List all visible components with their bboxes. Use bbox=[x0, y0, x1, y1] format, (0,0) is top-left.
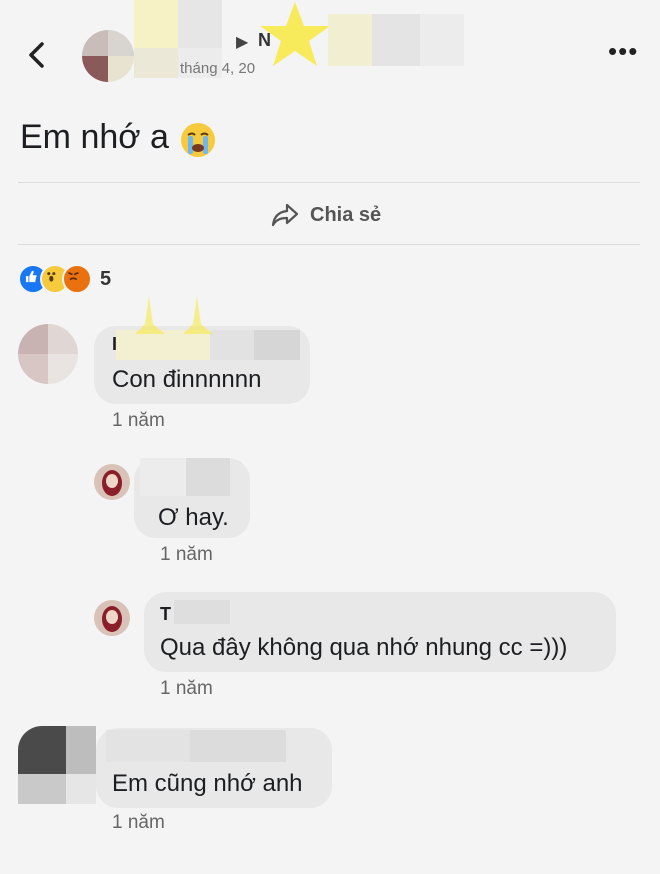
post-date: tháng 4, 20 bbox=[180, 60, 256, 77]
share-label: Chia sẻ bbox=[310, 203, 382, 226]
censor-block bbox=[140, 458, 186, 496]
comment-text: Em cũng nhớ anh bbox=[112, 770, 303, 797]
share-arrow-icon bbox=[271, 203, 299, 227]
censor-block bbox=[106, 730, 190, 762]
commenter-avatar[interactable] bbox=[18, 726, 96, 804]
reply-avatar[interactable] bbox=[94, 600, 130, 636]
comment-time[interactable]: 1 năm bbox=[160, 678, 213, 700]
comment-time[interactable]: 1 năm bbox=[160, 544, 213, 566]
more-options-button[interactable]: ••• bbox=[608, 38, 638, 64]
censor-block bbox=[186, 458, 230, 496]
crying-face-emoji bbox=[181, 123, 215, 157]
recipient-name[interactable]: N bbox=[258, 30, 271, 51]
censor-block bbox=[134, 48, 178, 78]
reactions-summary[interactable]: 5 bbox=[18, 264, 111, 294]
author-avatar[interactable] bbox=[82, 30, 134, 82]
comment-text: Ơ hay. bbox=[158, 504, 229, 531]
divider bbox=[18, 182, 640, 183]
censor-block bbox=[420, 14, 464, 66]
post-text: Em nhớ a bbox=[20, 118, 169, 156]
censor-block bbox=[134, 0, 178, 48]
angry-icon bbox=[62, 264, 92, 294]
comment-time[interactable]: 1 năm bbox=[112, 812, 165, 834]
comment-text: Qua đây không qua nhớ nhung cc =))) bbox=[160, 634, 568, 661]
comment-bubble[interactable]: I Con đinnnnnn bbox=[94, 326, 310, 404]
censor-block bbox=[254, 330, 300, 360]
divider bbox=[18, 244, 640, 245]
comment-text: Con đinnnnnn bbox=[112, 366, 262, 393]
chevron-left-icon bbox=[29, 42, 44, 68]
reply-bubble[interactable]: T Qua đây không qua nhớ nhung cc =))) bbox=[144, 592, 616, 672]
censor-block bbox=[178, 0, 222, 48]
reply-avatar[interactable] bbox=[94, 464, 130, 500]
arrow-right-icon: ▶ bbox=[236, 34, 249, 51]
censor-block bbox=[190, 730, 286, 762]
back-button[interactable] bbox=[22, 40, 52, 70]
censor-block bbox=[210, 330, 254, 360]
comment-bubble[interactable]: Em cũng nhớ anh bbox=[96, 728, 332, 808]
more-horizontal-icon: ••• bbox=[608, 36, 639, 66]
sparkle-sticker-icon bbox=[135, 296, 213, 334]
comment-time[interactable]: 1 năm bbox=[112, 410, 165, 432]
censor-block bbox=[174, 600, 230, 624]
censor-block bbox=[328, 14, 372, 66]
share-button[interactable]: Chia sẻ bbox=[270, 200, 381, 230]
reply-bubble[interactable]: Ơ hay. bbox=[134, 458, 250, 538]
censor-block bbox=[372, 14, 420, 66]
reaction-count: 5 bbox=[100, 267, 112, 290]
comment-author[interactable]: T bbox=[160, 604, 171, 625]
commenter-avatar[interactable] bbox=[18, 324, 78, 384]
